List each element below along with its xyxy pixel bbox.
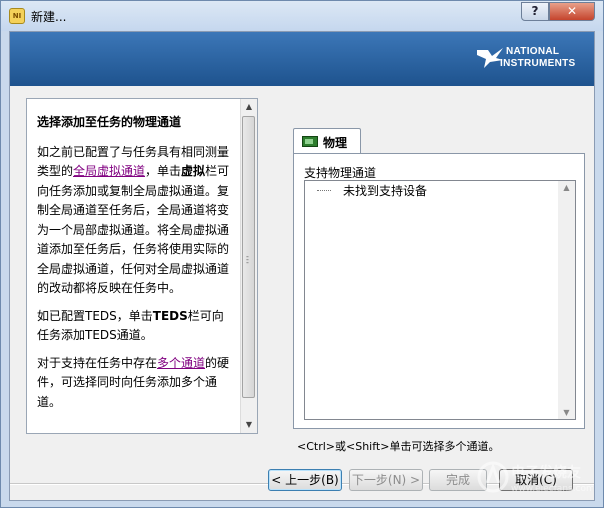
help-text: ，单击 bbox=[145, 164, 182, 178]
tab-label: 物理 bbox=[323, 136, 348, 150]
help-text: 如已配置TEDS，单击 bbox=[37, 308, 153, 323]
back-button[interactable]: < 上一步(B) bbox=[268, 469, 342, 491]
tree-connector bbox=[317, 190, 331, 191]
dialog-window: NI 新建... ? ✕ NATIONAL INSTRUMENTS 选择添加至任… bbox=[0, 0, 604, 508]
help-button[interactable]: ? bbox=[521, 2, 549, 21]
help-title: 选择添加至任务的物理通道 bbox=[37, 115, 182, 129]
watermark-text: 电子发烧友 bbox=[511, 464, 581, 481]
multiple-channels-link[interactable]: 多个通道 bbox=[157, 356, 205, 370]
help-paragraph-virtual: 如之前已配置了与任务具有相同测量类型的全局虚拟通道，单击虚拟栏可向任务添加或复制… bbox=[37, 143, 235, 299]
scroll-down-arrow-icon[interactable]: ▼ bbox=[558, 408, 575, 417]
tab-physical[interactable]: 物理 bbox=[293, 128, 361, 154]
tree-item[interactable]: 未找到支持设备 bbox=[343, 182, 427, 199]
help-panel: 选择添加至任务的物理通道 如之前已配置了与任务具有相同测量类型的全局虚拟通道，单… bbox=[26, 98, 258, 434]
channel-tree[interactable]: 未找到支持设备 ▲ ▼ bbox=[304, 180, 576, 420]
logo-text-instruments: INSTRUMENTS bbox=[500, 58, 576, 69]
help-content: 选择添加至任务的物理通道 如之前已配置了与任务具有相同测量类型的全局虚拟通道，单… bbox=[37, 113, 235, 420]
scroll-thumb[interactable]: --- bbox=[242, 116, 255, 398]
watermark-url: www.elecfans.com bbox=[511, 484, 593, 494]
help-bold-text: 虚拟 bbox=[181, 164, 206, 178]
tree-scrollbar[interactable]: ▲ ▼ bbox=[558, 181, 575, 419]
help-paragraph-multi: 对于支持在任务中存在多个通道的硬件，可选择同时向任务添加多个通道。 bbox=[37, 354, 235, 413]
help-scrollbar[interactable]: ▲ --- ▼ bbox=[240, 99, 257, 433]
title-bar[interactable]: NI 新建... ? ✕ bbox=[1, 1, 603, 31]
help-text: 对于支持在任务中存在 bbox=[37, 355, 158, 370]
help-text: 栏可向任务添加或复制全局虚拟通道。复制全局通道至任务后，全局通道将变为一个局部虚… bbox=[37, 164, 230, 295]
help-bold-text: TEDS bbox=[152, 308, 188, 323]
next-button[interactable]: 下一步(N) > bbox=[349, 469, 423, 491]
supported-channels-label: 支持物理通道 bbox=[304, 166, 377, 180]
scroll-up-arrow-icon[interactable]: ▲ bbox=[558, 183, 575, 192]
multi-select-hint: <Ctrl>或<Shift>单击可选择多个通道。 bbox=[297, 440, 500, 453]
grip-icon: --- bbox=[246, 252, 249, 267]
close-button[interactable]: ✕ bbox=[549, 2, 595, 21]
global-virtual-channel-link[interactable]: 全局虚拟通道 bbox=[73, 164, 145, 178]
logo-text-national: NATIONAL bbox=[506, 46, 560, 57]
help-paragraph-teds: 如已配置TEDS，单击TEDS栏可向任务添加TEDS通道。 bbox=[37, 307, 235, 346]
channel-card-icon bbox=[302, 136, 318, 147]
app-icon: NI bbox=[9, 8, 25, 24]
window-title: 新建... bbox=[31, 10, 67, 24]
watermark-logo: 电子发烧友 www.elecfans.com bbox=[475, 453, 595, 501]
scroll-up-arrow-icon[interactable]: ▲ bbox=[241, 99, 257, 115]
scroll-down-arrow-icon[interactable]: ▼ bbox=[241, 417, 257, 433]
header-banner: NATIONAL INSTRUMENTS bbox=[10, 32, 594, 86]
tab-panel-physical: 支持物理通道 未找到支持设备 ▲ ▼ bbox=[293, 153, 585, 429]
dialog-client: NATIONAL INSTRUMENTS 选择添加至任务的物理通道 如之前已配置… bbox=[9, 31, 595, 501]
